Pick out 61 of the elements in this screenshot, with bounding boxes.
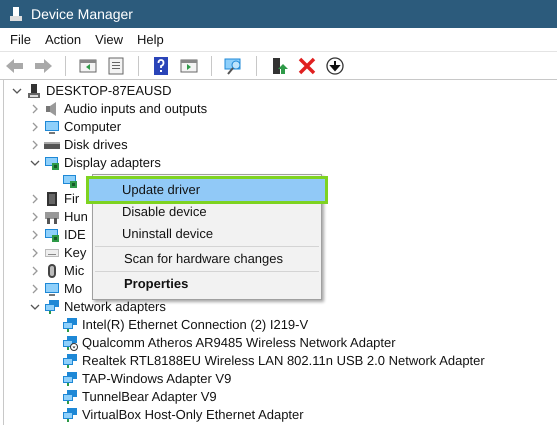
menu-option[interactable]: Disable device [93, 201, 321, 223]
chevron-right-icon[interactable] [30, 248, 40, 258]
tree-item[interactable]: Mo [64, 279, 82, 299]
chevron-right-icon[interactable] [30, 140, 40, 150]
menu-option[interactable]: Update driver [89, 179, 325, 201]
monitor-icon [44, 119, 60, 135]
disk-drive-icon [44, 142, 60, 148]
tree-item[interactable]: DESKTOP-87EAUSD [46, 81, 172, 101]
network-icon [62, 371, 78, 387]
chevron-right-icon[interactable] [30, 122, 40, 132]
chevron-down-icon[interactable] [12, 86, 22, 96]
chevron-down-icon[interactable] [30, 302, 40, 312]
chip-icon [44, 191, 60, 207]
tree-item[interactable]: Audio inputs and outputs [64, 99, 208, 119]
tree-item[interactable]: Intel(R) Ethernet Connection (2) I219-V [82, 315, 308, 335]
menu-item[interactable]: File [10, 30, 31, 50]
tree-item[interactable]: Realtek RTL8188EU Wireless LAN 802.11n USB 2.0 Network Adapter [82, 351, 485, 371]
network-icon [62, 353, 78, 369]
chevron-right-icon[interactable] [30, 284, 40, 294]
menu-option[interactable]: Properties [95, 273, 319, 295]
network-icon [62, 317, 78, 333]
close-icon[interactable] [297, 56, 317, 76]
chevron-right-icon[interactable] [30, 194, 40, 204]
tree-item[interactable]: Key [64, 243, 86, 263]
tree-item[interactable]: TAP-Windows Adapter V9 [82, 369, 232, 389]
tree-item[interactable]: VirtualBox Host-Only Ethernet Adapter [82, 405, 304, 425]
tree-item[interactable]: Qualcomm Atheros AR9485 Wireless Network Adapter [82, 333, 396, 353]
tree-item[interactable]: Display adapters [64, 153, 161, 173]
computer-icon [26, 83, 42, 99]
chevron-right-icon[interactable] [30, 104, 40, 114]
menu-option[interactable]: Uninstall device [93, 223, 321, 245]
document-icon[interactable] [106, 56, 126, 76]
menu-option[interactable]: Scan for hardware changes [95, 248, 319, 270]
tree-item[interactable]: TunnelBear Adapter V9 [82, 387, 217, 407]
chevron-right-icon[interactable] [30, 212, 40, 222]
help-icon[interactable] [151, 56, 171, 76]
menu-item[interactable]: Help [137, 30, 164, 50]
keypad-icon [44, 209, 60, 225]
chevron-right-icon[interactable] [30, 266, 40, 276]
tree-item[interactable]: Disk drives [64, 135, 128, 155]
tree-item[interactable]: Network adapters [64, 297, 166, 317]
tree-item[interactable]: Computer [64, 117, 122, 137]
window-title: Device Manager [31, 4, 133, 24]
download-icon[interactable] [325, 56, 345, 76]
monitor-icon [44, 281, 60, 297]
display-adapter-icon [44, 227, 60, 243]
computer-icon [9, 6, 23, 22]
network-icon [44, 299, 60, 315]
menu-item[interactable]: View [95, 30, 124, 50]
network-icon [62, 407, 78, 423]
tree-item[interactable]: Fir [64, 189, 80, 209]
network-icon [62, 389, 78, 405]
chevron-right-icon[interactable] [30, 230, 40, 240]
tree-item[interactable]: Hun [64, 207, 88, 227]
menu-item[interactable]: Action [44, 30, 82, 50]
display-adapter-icon [62, 173, 78, 189]
chevron-down-icon[interactable] [30, 158, 40, 168]
display-adapter-icon [44, 155, 60, 171]
tree-item[interactable]: IDE [64, 225, 86, 245]
tree-item[interactable]: Mic [64, 261, 84, 281]
network-icon [62, 335, 78, 351]
